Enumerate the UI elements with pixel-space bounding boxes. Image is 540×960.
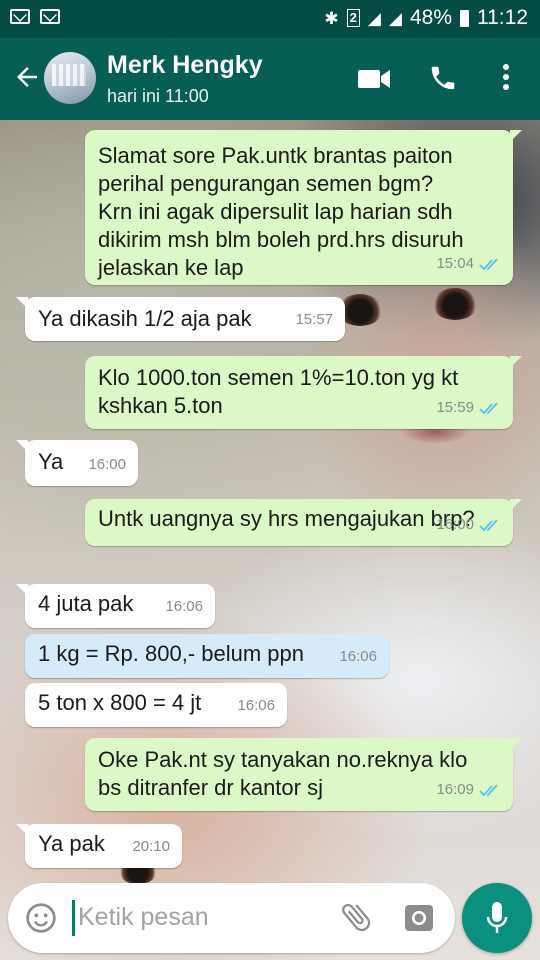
message-notification-icon (40, 9, 60, 24)
message-composer[interactable]: Ketik pesan (8, 883, 455, 953)
chat-header: Merk Hengky hari ini 11:00 (0, 38, 540, 120)
voice-message-button[interactable] (462, 883, 532, 953)
message-text: Ya dikasih 1/2 aja pak (38, 306, 252, 331)
message-bubble-incoming[interactable]: 4 juta pak 16:06 (16, 584, 215, 628)
voice-call-icon[interactable] (428, 63, 458, 93)
message-time: 16:09 (436, 781, 474, 798)
microphone-icon (486, 902, 508, 933)
message-text: Ya (38, 449, 64, 474)
camera-icon[interactable] (404, 904, 434, 932)
message-time: 16:06 (339, 648, 377, 665)
message-bubble-incoming[interactable]: 5 ton x 800 = 4 jt 16:06 (25, 683, 287, 727)
message-bubble-outgoing[interactable]: Untk uangnya sy hrs mengajukan brp? 16:0… (85, 499, 522, 546)
message-bubble-outgoing[interactable]: Oke Pak.nt sy tanyakan no.reknya klo bs … (85, 738, 522, 811)
message-input[interactable]: Ketik pesan (78, 903, 209, 932)
attach-icon[interactable] (338, 899, 374, 935)
last-seen: hari ini 11:00 (107, 86, 209, 106)
double-check-read-icon (479, 783, 498, 796)
message-time: 15:59 (436, 399, 474, 416)
signal-icon: ◢ (367, 8, 381, 28)
message-bubble-outgoing[interactable]: Klo 1000.ton semen 1%=10.ton yg kt kshka… (85, 356, 522, 429)
double-check-read-icon (479, 401, 498, 414)
message-time: 15:04 (436, 255, 474, 272)
text-cursor (72, 900, 75, 936)
message-bubble-incoming[interactable]: Ya dikasih 1/2 aja pak 15:57 (16, 297, 345, 341)
message-text: Klo 1000.ton semen 1%=10.ton yg kt kshka… (98, 365, 459, 418)
video-call-icon[interactable] (357, 66, 391, 92)
message-text: Oke Pak.nt sy tanyakan no.reknya klo bs … (98, 747, 468, 800)
message-time: 16:00 (88, 456, 126, 473)
message-time: 15:57 (295, 311, 333, 328)
emoji-icon[interactable] (25, 902, 57, 934)
clock: 11:12 (477, 6, 528, 29)
message-text: 1 kg = Rp. 800,- belum ppn (38, 641, 304, 666)
message-text: Ya pak (38, 831, 105, 856)
more-options-icon[interactable] (500, 62, 512, 92)
contact-avatar[interactable] (44, 52, 96, 104)
bluetooth-icon: ✱ (324, 8, 339, 28)
status-bar: ✱ 2 ◢ ◢ 48% 11:12 (0, 0, 540, 38)
message-text: Untk uangnya sy hrs mengajukan brp? (98, 506, 475, 531)
battery-percent: 48% (409, 6, 452, 29)
message-time: 16:06 (237, 697, 275, 714)
contact-name[interactable]: Merk Hengky (107, 51, 263, 80)
message-bubble-incoming[interactable]: Ya pak 20:10 (16, 824, 182, 868)
message-bubble-incoming[interactable]: Ya 16:00 (16, 440, 138, 486)
sim-badge: 2 (346, 9, 360, 27)
message-time: 16:06 (165, 598, 203, 615)
message-bubble-incoming-selected[interactable]: 1 kg = Rp. 800,- belum ppn 16:06 (25, 634, 389, 678)
message-text: 4 juta pak (38, 591, 134, 616)
chat-area[interactable]: Slamat sore Pak.untk brantas paiton peri… (0, 120, 540, 960)
battery-icon (460, 9, 469, 27)
double-check-read-icon (479, 257, 498, 270)
signal-2-icon: ◢ (388, 8, 402, 28)
double-check-read-icon (479, 518, 498, 531)
message-text: Slamat sore Pak.untk brantas paiton peri… (98, 143, 464, 280)
message-text: 5 ton x 800 = 4 jt (38, 690, 202, 715)
message-time: 20:10 (132, 838, 170, 855)
back-arrow-icon[interactable] (12, 62, 42, 92)
message-bubble-outgoing[interactable]: Slamat sore Pak.untk brantas paiton peri… (85, 130, 522, 285)
message-time: 16:00 (436, 516, 474, 533)
gmail-notification-icon (10, 9, 30, 24)
